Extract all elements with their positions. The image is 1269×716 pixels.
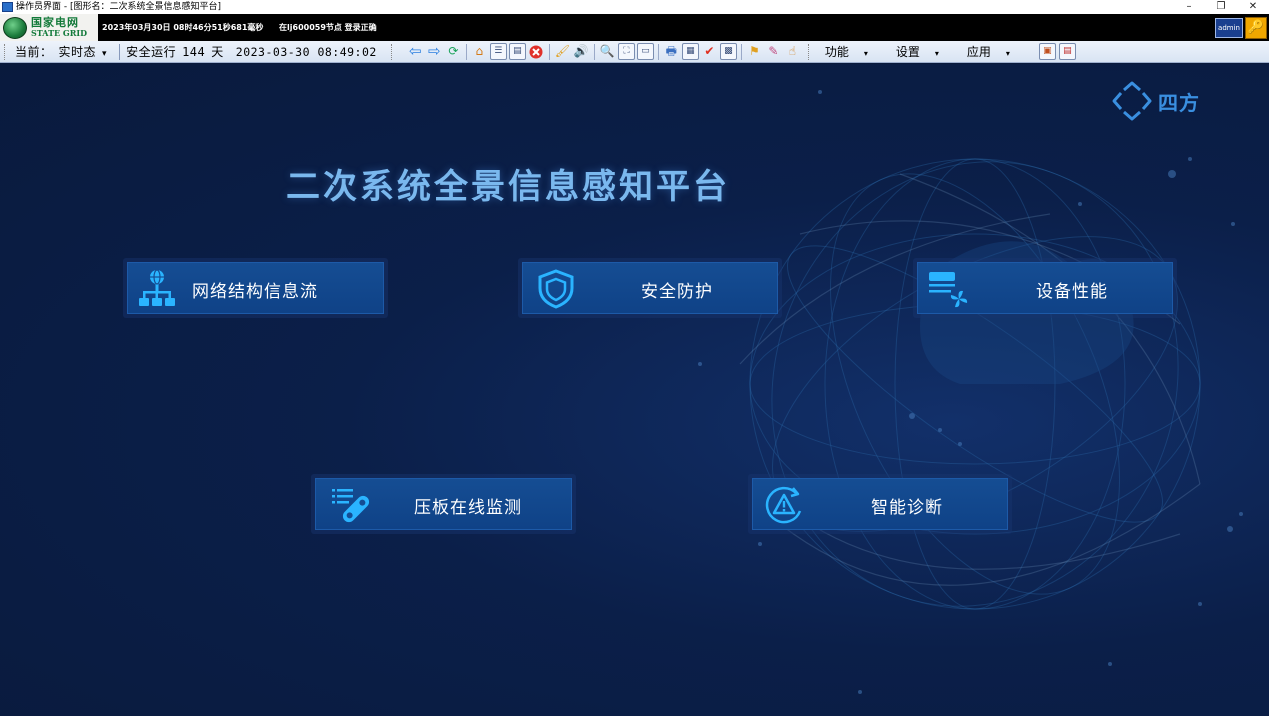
- current-label: 当前：: [15, 45, 53, 59]
- doc-icon[interactable]: ▤: [1058, 43, 1076, 60]
- brand-text: 四方: [1158, 90, 1200, 115]
- node-text: 在lj600059节点 登录正确: [279, 23, 377, 32]
- safe-run-label: 安全运行: [126, 45, 177, 59]
- network-tree-icon: [139, 269, 175, 306]
- restore-button[interactable]: ❐: [1205, 0, 1237, 14]
- speaker-icon[interactable]: 🔊: [573, 43, 590, 60]
- card-intelligent-diagnosis[interactable]: 智能诊断: [748, 474, 1012, 534]
- divider: [119, 43, 121, 60]
- refresh-icon[interactable]: ⟳: [445, 43, 462, 60]
- mode-dropdown[interactable]: 实时态 ▾: [59, 43, 114, 60]
- card-label: 设备性能: [1036, 282, 1108, 302]
- fit-icon[interactable]: ⛶: [617, 43, 635, 60]
- card-label: 安全防护: [641, 282, 713, 302]
- key-icon[interactable]: 🔑: [1245, 17, 1267, 39]
- toolbar: 当前： 实时态 ▾ 安全运行 144 天 2023-03-30 08:49:02 …: [0, 41, 1269, 63]
- status-area: 当前： 实时态 ▾ 安全运行 144 天 2023-03-30 08:49:02: [11, 42, 387, 62]
- page-title: 二次系统全景信息感知平台: [286, 167, 730, 207]
- info-bar: 国家电网 STATE GRID 2023年03月30日 08时46分51秒681…: [0, 14, 1269, 41]
- close-button[interactable]: ✕: [1237, 0, 1269, 14]
- minimize-button[interactable]: –: [1173, 0, 1205, 14]
- shield-icon: [538, 269, 574, 309]
- flag-icon[interactable]: ⚑: [746, 43, 763, 60]
- card-network-structure[interactable]: 网络结构信息流: [123, 258, 388, 318]
- platen-monitor-icon: [332, 489, 370, 523]
- menu-settings[interactable]: 设置 ▾: [896, 43, 953, 60]
- home-icon[interactable]: ⌂: [471, 43, 488, 60]
- list-icon[interactable]: ☰: [489, 43, 507, 60]
- window-controls: – ❐ ✕: [1173, 0, 1269, 14]
- safe-days-value: 144: [182, 44, 206, 59]
- diagnosis-warning-icon: [765, 486, 802, 524]
- card-device-performance[interactable]: 设备性能: [913, 258, 1177, 318]
- toolbar-menu: 功能 ▾ 设置 ▾ 应用 ▾ ▣ ▤: [825, 43, 1090, 60]
- hand-icon[interactable]: ☝: [784, 43, 801, 60]
- grid-icon[interactable]: ▣: [1038, 43, 1056, 60]
- app-icon: [2, 2, 13, 12]
- report-icon[interactable]: ▦: [681, 43, 699, 60]
- card-label: 网络结构信息流: [192, 282, 318, 302]
- days-unit: 天: [211, 45, 224, 59]
- pen-icon[interactable]: ✎: [765, 43, 782, 60]
- menu-apply[interactable]: 应用 ▾: [967, 43, 1024, 60]
- back-arrow-icon[interactable]: ⇦: [407, 43, 424, 60]
- login-status-text: 2023年03月30日 08时46分51秒681毫秒 在lj600059节点 登…: [102, 22, 377, 33]
- panel-icon[interactable]: ▤: [508, 43, 526, 60]
- user-badge[interactable]: admin: [1215, 18, 1243, 38]
- toolbar-grip[interactable]: [4, 43, 7, 60]
- device-fan-icon: [929, 272, 968, 308]
- menu-function[interactable]: 功能 ▾: [825, 43, 882, 60]
- card-label: 压板在线监测: [414, 498, 522, 518]
- sifang-logo-icon: [1112, 81, 1152, 121]
- state-grid-logo: 国家电网 STATE GRID: [0, 14, 98, 41]
- datetime-text: 2023年03月30日 08时46分51秒681毫秒: [102, 23, 264, 32]
- check-icon[interactable]: ✔: [701, 43, 718, 60]
- logo-en-text: STATE GRID: [31, 27, 88, 38]
- table-icon[interactable]: ▩: [719, 43, 737, 60]
- main-canvas: 四方 二次系统全景信息感知平台 网络结构信息流 安全防护 设备性能 压板在线监测…: [0, 64, 1269, 716]
- card-platen-online-monitoring[interactable]: 压板在线监测: [311, 474, 576, 534]
- window-titlebar: 操作员界面 - [图形名：二次系统全景信息感知平台] – ❐ ✕: [0, 0, 1269, 14]
- zoom-out-icon[interactable]: 🔍: [599, 43, 616, 60]
- logo-cn-text: 国家电网: [31, 15, 79, 29]
- printer-icon[interactable]: 🖶: [663, 43, 680, 60]
- globe-logo-icon: [3, 16, 27, 39]
- card-label: 智能诊断: [871, 498, 943, 518]
- window-icon[interactable]: ▭: [636, 43, 654, 60]
- card-security-protection[interactable]: 安全防护: [518, 258, 782, 318]
- sifang-brand: 四方: [1110, 80, 1200, 122]
- toolbar-datetime: 2023-03-30 08:49:02: [235, 44, 377, 59]
- brush-icon[interactable]: 🖌: [554, 43, 571, 60]
- window-title: 操作员界面 - [图形名：二次系统全景信息感知平台]: [16, 2, 221, 12]
- close-red-icon[interactable]: [528, 43, 545, 60]
- forward-arrow-icon[interactable]: ⇨: [426, 43, 443, 60]
- toolbar-icons: ⇦ ⇨ ⟳ ⌂ ☰ ▤ 🖌 🔊 🔍 ⛶ ▭ 🖶 ▦ ✔ ▩ ⚑ ✎ ☝: [406, 43, 802, 60]
